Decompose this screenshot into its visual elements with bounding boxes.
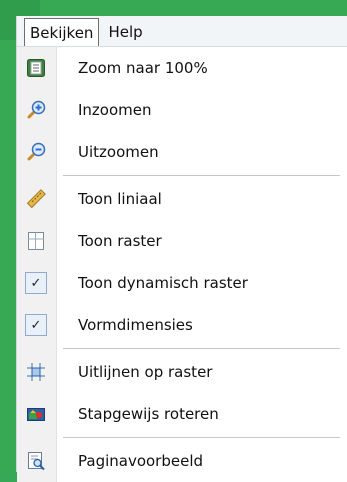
menu-item-show-ruler[interactable]: Toon liniaal	[17, 178, 347, 220]
menu-separator	[63, 175, 340, 176]
menu-item-show-dynamic-grid[interactable]: ✓ Toon dynamisch raster	[17, 262, 347, 304]
checkmark-icon: ✓	[25, 314, 47, 336]
menu-item-label: Vormdimensies	[78, 316, 193, 334]
rotate-step-icon	[25, 403, 47, 425]
menu-item-shape-dimensions[interactable]: ✓ Vormdimensies	[17, 304, 347, 346]
snap-to-grid-icon	[25, 361, 47, 383]
menu-separator	[63, 348, 340, 349]
menu-item-label: Toon dynamisch raster	[78, 274, 248, 292]
ruler-icon	[25, 188, 47, 210]
menu-item-label: Uitzoomen	[78, 143, 159, 161]
menu-item-rotate-step[interactable]: Stapgewijs roteren	[17, 393, 347, 435]
menu-item-zoom-100[interactable]: Zoom naar 100%	[17, 47, 347, 89]
menu-item-label: Paginavoorbeeld	[78, 452, 204, 470]
menu-item-page-preview[interactable]: Paginavoorbeeld	[17, 440, 347, 482]
menu-help[interactable]: Help	[103, 18, 147, 46]
menu-separator	[63, 437, 340, 438]
menu-bekijken[interactable]: Bekijken	[24, 18, 100, 46]
checkmark-icon: ✓	[25, 272, 47, 294]
bekijken-dropdown: Zoom naar 100% Inzoomen Uitzoomen Toon l…	[17, 47, 347, 482]
zoom-in-icon	[25, 99, 47, 121]
menu-item-label: Uitlijnen op raster	[78, 363, 213, 381]
zoom-out-icon	[25, 141, 47, 163]
page-preview-icon	[25, 450, 47, 472]
menu-item-label: Zoom naar 100%	[78, 59, 208, 77]
menu-item-label: Toon liniaal	[78, 190, 162, 208]
menu-item-label: Stapgewijs roteren	[78, 405, 219, 423]
menu-item-snap-to-grid[interactable]: Uitlijnen op raster	[17, 351, 347, 393]
menu-item-zoom-out[interactable]: Uitzoomen	[17, 131, 347, 173]
menu-item-label: Toon raster	[78, 232, 162, 250]
menu-item-zoom-in[interactable]: Inzoomen	[17, 89, 347, 131]
application-window: Bekijken Help Zoom naar 100% Inzoomen Ui…	[16, 16, 347, 482]
grid-icon	[25, 230, 47, 252]
menu-item-show-grid[interactable]: Toon raster	[17, 220, 347, 262]
zoom-100-icon	[25, 57, 47, 79]
menu-item-label: Inzoomen	[78, 101, 152, 119]
menu-bar: Bekijken Help	[17, 16, 347, 47]
